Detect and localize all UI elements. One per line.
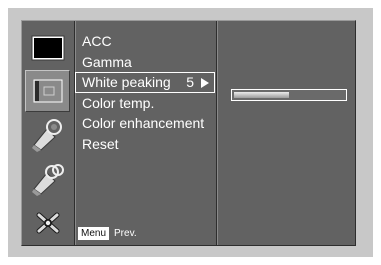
white-peaking-value: 5 — [186, 74, 194, 90]
menu-item-color-temp[interactable]: Color temp. — [78, 93, 214, 114]
menu-item-label: Reset — [82, 135, 119, 152]
category-picture[interactable] — [25, 70, 70, 112]
menu-item-label: Color enhancement — [82, 115, 205, 131]
menu-item-label: Gamma — [82, 53, 132, 70]
category-icon-column — [22, 21, 74, 245]
prev-label: Prev. — [114, 228, 137, 239]
time-icon — [31, 164, 64, 196]
menu-item-acc[interactable]: ACC — [78, 31, 214, 52]
picture-menu-list: ACC Gamma White peaking 5 Color temp. Co… — [75, 31, 215, 155]
menu-item-color-enhancement[interactable]: Color enhancement — [78, 113, 214, 134]
column-divider-highlight — [75, 21, 76, 245]
picture-icon — [33, 79, 62, 103]
menu-item-reset[interactable]: Reset — [78, 134, 214, 155]
menu-item-label: ACC — [82, 33, 112, 49]
category-screen[interactable] — [25, 27, 70, 69]
menu-footer: Menu Prev. — [78, 227, 137, 240]
category-time[interactable] — [25, 158, 70, 200]
white-peaking-slider-fill — [234, 92, 289, 98]
menu-item-label: Color temp. — [82, 94, 155, 111]
menu-item-gamma[interactable]: Gamma — [78, 52, 214, 73]
column-divider-highlight — [217, 21, 218, 245]
screen-icon — [31, 35, 64, 61]
arrow-right-icon — [201, 78, 209, 88]
white-peaking-slider[interactable] — [231, 89, 347, 101]
category-special[interactable] — [25, 202, 70, 244]
category-audio[interactable] — [25, 114, 70, 156]
osd-panel: ACC Gamma White peaking 5 Color temp. Co… — [21, 20, 356, 246]
menu-item-label: White peaking — [82, 74, 171, 90]
special-icon — [36, 212, 59, 234]
audio-icon — [31, 119, 62, 152]
menu-item-white-peaking[interactable]: White peaking 5 — [75, 72, 215, 93]
menu-key[interactable]: Menu — [78, 227, 110, 240]
